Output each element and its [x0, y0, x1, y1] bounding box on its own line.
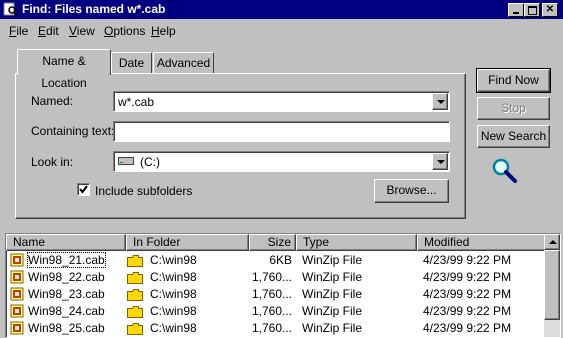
dropdown-arrow-icon: [437, 160, 445, 164]
stop-button[interactable]: Stop: [477, 97, 550, 120]
close-button[interactable]: ✕: [542, 3, 558, 17]
column-header-size[interactable]: Size: [249, 234, 296, 251]
folder-icon: [127, 272, 143, 284]
file-type: WinZip File: [302, 287, 363, 301]
modified: 4/23/99 9:22 PM: [423, 321, 512, 335]
results-list[interactable]: Name In Folder Size Type Modified Win98_…: [5, 233, 561, 338]
menu-help[interactable]: Help: [151, 24, 176, 38]
maximize-icon: [528, 6, 537, 15]
look-in-label: Look in:: [31, 155, 74, 169]
file-type: WinZip File: [302, 253, 363, 267]
winzip-file-icon: [10, 287, 24, 301]
size: 1,760...: [251, 270, 292, 284]
browse-button[interactable]: Browse...: [374, 179, 449, 203]
winzip-file-icon: [10, 321, 24, 335]
named-combobox[interactable]: w*.cab: [113, 91, 450, 112]
menu-options[interactable]: Options: [104, 24, 145, 38]
magnifier-icon: [492, 158, 517, 183]
winzip-file-icon: [10, 270, 24, 284]
look-in-combobox[interactable]: (C:): [113, 151, 450, 172]
modified: 4/23/99 9:22 PM: [423, 304, 512, 318]
in-folder: C:\win98: [150, 270, 197, 284]
table-row[interactable]: Win98_21.cab C:\win98 6KB WinZip File 4/23/9…: [6, 252, 546, 269]
tab-date[interactable]: Date: [111, 52, 152, 74]
tab-advanced[interactable]: Advanced: [153, 52, 214, 74]
table-row[interactable]: Win98_23.cab C:\win98 1,760... WinZip File 4…: [6, 286, 546, 303]
find-window-icon: [3, 2, 18, 16]
title-bar[interactable]: Find: Files named w*.cab ✕: [0, 0, 563, 19]
folder-icon: [127, 306, 143, 318]
column-header-type[interactable]: Type: [296, 234, 417, 251]
tab-name-location[interactable]: Name & Location: [17, 49, 111, 90]
minimize-icon: [513, 12, 519, 14]
vertical-scrollbar[interactable]: [544, 234, 560, 337]
column-header-modified[interactable]: Modified: [417, 234, 547, 251]
named-label: Named:: [31, 94, 74, 108]
column-header-name[interactable]: Name: [6, 234, 126, 251]
table-row[interactable]: Win98_24.cab C:\win98 1,760... WinZip File 4…: [6, 303, 546, 320]
size: 1,760...: [251, 321, 292, 335]
winzip-file-icon: [10, 253, 24, 267]
column-header-folder[interactable]: In Folder: [126, 234, 249, 251]
drive-icon: [118, 157, 134, 165]
file-name: Win98_25.cab: [28, 321, 105, 335]
size: 1,760...: [251, 287, 292, 301]
minimize-button[interactable]: [508, 3, 524, 17]
include-subfolders-checkbox[interactable]: [77, 183, 90, 196]
modified: 4/23/99 9:22 PM: [423, 287, 512, 301]
menu-bar: File Edit View Options Help: [0, 21, 563, 39]
close-icon: ✕: [545, 4, 555, 15]
in-folder: C:\win98: [150, 287, 197, 301]
file-type: WinZip File: [302, 321, 363, 335]
size: 6KB: [269, 253, 292, 267]
table-row[interactable]: Win98_25.cab C:\win98 1,760... WinZip File 4…: [6, 320, 546, 337]
in-folder: C:\win98: [150, 253, 197, 267]
menu-view[interactable]: View: [69, 24, 95, 38]
size: 1,760...: [251, 304, 292, 318]
scroll-up-button[interactable]: [544, 234, 560, 250]
in-folder: C:\win98: [150, 321, 197, 335]
file-type: WinZip File: [302, 304, 363, 318]
folder-icon: [127, 323, 143, 335]
window-title: Find: Files named w*.cab: [22, 2, 166, 16]
scroll-thumb[interactable]: [544, 250, 560, 320]
include-subfolders-label: Include subfolders: [95, 184, 193, 198]
modified: 4/23/99 9:22 PM: [423, 253, 512, 267]
dropdown-arrow-icon: [437, 100, 445, 104]
file-name: Win98_24.cab: [28, 304, 105, 318]
file-name: Win98_23.cab: [28, 287, 105, 301]
find-now-button[interactable]: Find Now: [476, 68, 551, 93]
in-folder: C:\win98: [150, 304, 197, 318]
menu-edit[interactable]: Edit: [38, 24, 59, 38]
containing-text-input[interactable]: [113, 121, 450, 142]
new-search-button[interactable]: New Search: [477, 125, 550, 148]
named-dropdown-button[interactable]: [432, 93, 448, 110]
file-type: WinZip File: [302, 270, 363, 284]
winzip-file-icon: [10, 304, 24, 318]
scroll-up-icon: [549, 240, 557, 244]
file-name: Win98_21.cab: [27, 252, 106, 268]
containing-text-label: Containing text:: [31, 124, 115, 138]
look-in-dropdown-button[interactable]: [432, 153, 448, 170]
maximize-button[interactable]: [524, 3, 540, 17]
file-name: Win98_22.cab: [28, 270, 105, 284]
look-in-value: (C:): [140, 155, 160, 169]
folder-icon: [127, 289, 143, 301]
modified: 4/23/99 9:22 PM: [423, 270, 512, 284]
folder-icon: [127, 255, 143, 267]
checkmark-icon: [79, 185, 88, 194]
menu-file[interactable]: File: [9, 24, 28, 38]
table-row[interactable]: Win98_22.cab C:\win98 1,760... WinZip File 4…: [6, 269, 546, 286]
named-value: w*.cab: [118, 95, 155, 109]
